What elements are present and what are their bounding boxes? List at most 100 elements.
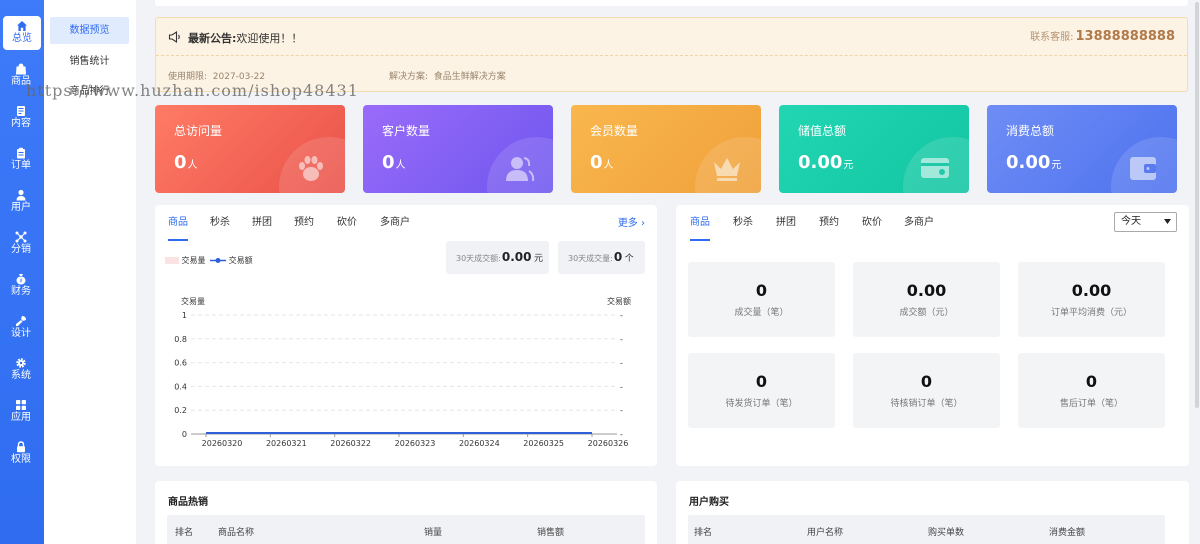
stat-value: 0.00元 — [1006, 152, 1061, 173]
clipboard-icon — [17, 147, 25, 159]
column-header: 消费金额 — [1049, 528, 1086, 538]
expiry-info: 使用期限: 2027-03-22 — [168, 69, 265, 82]
stat-unit: 人 — [187, 160, 198, 171]
x-tick-label: 20260324 — [459, 439, 500, 448]
nav-item-design[interactable]: 设计 — [2, 311, 40, 345]
stat-label: 会员数量 — [590, 124, 639, 138]
page-scrollbar[interactable] — [1193, 0, 1200, 544]
solution-value: 食品生鲜解决方案 — [433, 72, 506, 82]
document-icon — [17, 106, 25, 116]
column-header: 用户名称 — [807, 528, 844, 538]
divider — [156, 55, 1187, 56]
lock-icon — [17, 441, 25, 453]
period-selected-value: 今天 — [1121, 216, 1141, 227]
nav-label: 权限 — [11, 454, 31, 465]
stat-number: 0.00 — [798, 152, 843, 173]
tab-multi-merchant[interactable]: 多商户 — [904, 213, 934, 228]
y-axis-left-title: 交易量 — [181, 296, 205, 306]
stat-label: 总访问量 — [174, 124, 223, 138]
metric-label: 待核销订单（笔） — [890, 399, 963, 409]
grid-icon — [16, 400, 26, 410]
metric-value: 0 — [755, 372, 768, 391]
contact-label: 联系客服: — [1030, 32, 1074, 43]
period-select[interactable]: 今天 — [1114, 212, 1177, 232]
stat-label: 消费总额 — [1006, 124, 1055, 138]
x-tick-label: 20260320 — [202, 439, 243, 448]
tab-reservation[interactable]: 预约 — [819, 213, 839, 228]
hot-products-panel: 商品热销 排名 商品名称 销量 销售额 — [155, 481, 657, 544]
trading-line-chart: 交易量 交易额 0 - 0.2 - 0.4 - 0.6 - 0.8 - 1 - 20260320 202603… — [174, 296, 631, 448]
stat-card-members: 会员数量 0人 — [571, 105, 761, 193]
metric-value: 0.00 — [1071, 281, 1112, 300]
y-tick-label-left: 0.6 — [174, 359, 187, 368]
y-tick-label-right: - — [620, 382, 623, 391]
nav-label: 设计 — [11, 328, 31, 339]
nav-item-distribution[interactable]: 分销 — [2, 227, 40, 261]
column-header: 排名 — [694, 528, 713, 538]
metric-card-amount: 0.00 成交额（元） — [853, 262, 1000, 337]
nav-label: 财务 — [11, 286, 31, 297]
tab-flash-sale[interactable]: 秒杀 — [733, 213, 753, 228]
secondary-sidebar: 数据预览 销售统计 商品排行 — [44, 0, 136, 544]
subnav-item-product-ranking[interactable]: 商品排行 — [50, 78, 129, 105]
metric-value: 0.00 — [906, 281, 947, 300]
nav-label: 应用 — [11, 412, 31, 423]
card-icon — [921, 158, 949, 178]
nav-label: 内容 — [11, 118, 31, 129]
share-icon — [15, 231, 27, 243]
users-icon — [506, 157, 535, 182]
metric-label: 成交额（元） — [899, 308, 954, 318]
panel-title: 用户购买 — [689, 497, 729, 508]
column-header: 排名 — [175, 528, 194, 538]
stat-value: 0人 — [174, 152, 198, 173]
metric-value: 0 — [755, 281, 768, 300]
column-header: 销量 — [424, 528, 443, 538]
stat-number: 0 — [174, 152, 187, 173]
column-header: 销售额 — [537, 528, 565, 538]
tab-products[interactable]: 商品 — [690, 213, 710, 228]
nav-item-orders[interactable]: 订单 — [2, 143, 40, 177]
stat-card-customers: 客户数量 0人 — [363, 105, 553, 193]
nav-item-finance[interactable]: ¥ 财务 — [2, 269, 40, 303]
tab-bargain[interactable]: 砍价 — [862, 213, 882, 228]
announcement-bar: 最新公告:欢迎使用！！ 联系客服: 13888888888 使用期限: 2027-… — [155, 17, 1188, 92]
subnav-item-data-preview[interactable]: 数据预览 — [50, 17, 129, 44]
nav-item-permissions[interactable]: 权限 — [2, 437, 40, 471]
y-tick-label-right: - — [620, 406, 623, 415]
metric-label: 成交量（笔） — [734, 308, 789, 318]
nav-label: 用户 — [11, 202, 31, 213]
contact-phone[interactable]: 13888888888 — [1076, 29, 1176, 44]
y-tick-label-right: - — [620, 311, 623, 320]
metric-card-volume: 0 成交量（笔） — [688, 262, 835, 337]
announcement-text: 最新公告:欢迎使用！！ — [188, 30, 302, 46]
metric-value: 0 — [920, 372, 933, 391]
y-tick-label-right: - — [620, 335, 623, 344]
expiry-label: 使用期限: — [168, 72, 208, 82]
nav-item-products[interactable]: 商品 — [2, 59, 40, 93]
chevron-down-icon — [1164, 219, 1171, 224]
nav-item-content[interactable]: 内容 — [2, 101, 40, 135]
scrollbar-thumb[interactable] — [1195, 2, 1199, 408]
subnav-item-sales-stats[interactable]: 销售统计 — [50, 48, 129, 75]
x-tick-label: 20260322 — [330, 439, 371, 448]
gear-icon — [16, 358, 26, 368]
nav-item-users[interactable]: 用户 — [2, 185, 40, 219]
active-tab-indicator — [690, 239, 710, 241]
crown-icon — [714, 158, 740, 181]
metric-card-pending-shipment: 0 待发货订单（笔） — [688, 353, 835, 428]
x-tick-label: 20260326 — [588, 439, 629, 448]
expiry-date: 2027-03-22 — [212, 72, 266, 82]
metric-value: 0 — [1085, 372, 1098, 391]
column-header: 商品名称 — [218, 528, 255, 538]
top-header-bar — [155, 0, 1188, 6]
nav-item-apps[interactable]: 应用 — [2, 395, 40, 429]
stat-number: 0 — [590, 152, 603, 173]
paw-icon — [299, 156, 323, 181]
table-header: 排名 商品名称 销量 销售额 — [167, 515, 645, 544]
nav-item-system[interactable]: 系统 — [2, 353, 40, 387]
tab-group-buy[interactable]: 拼团 — [776, 213, 796, 228]
stat-label: 客户数量 — [382, 124, 431, 138]
nav-item-overview[interactable]: 总览 — [3, 16, 41, 50]
y-tick-label-left: 0.8 — [174, 335, 187, 344]
trading-chart-panel: 商品 秒杀 拼团 预约 砍价 多商户 更多 › 交易量 交易额 30天成交额:0… — [155, 205, 657, 466]
